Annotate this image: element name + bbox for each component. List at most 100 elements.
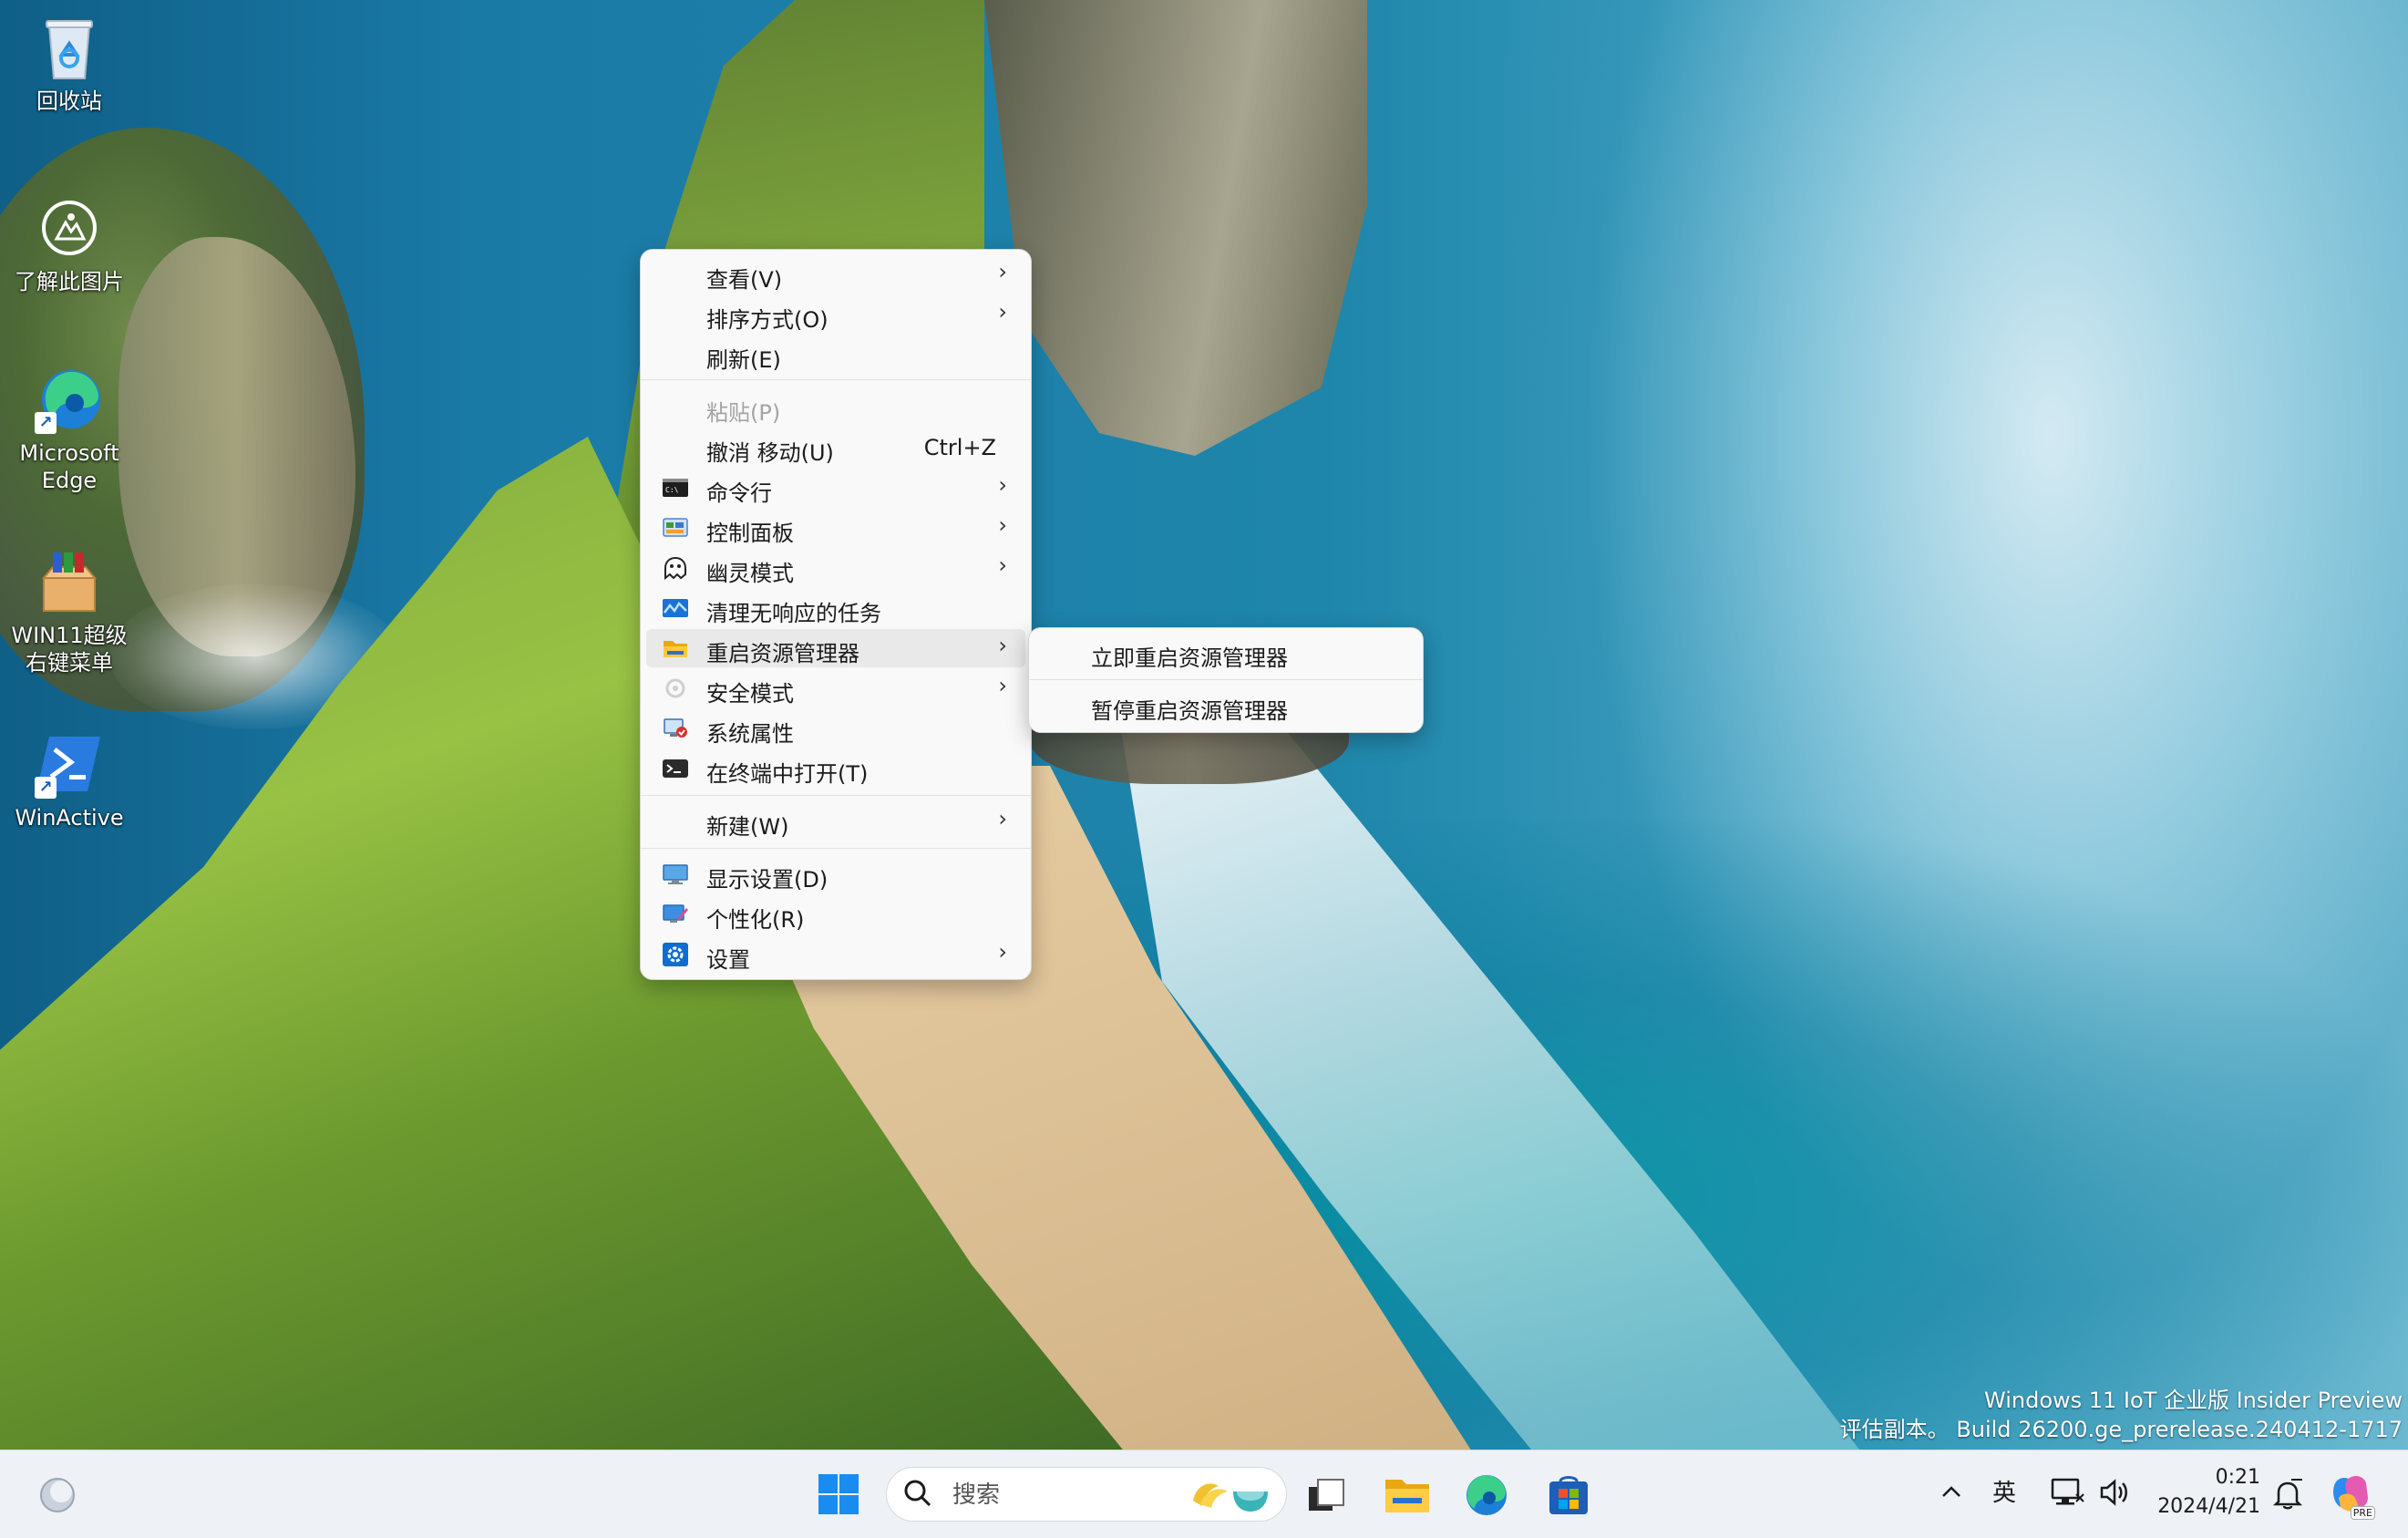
menu-item-view[interactable]: 查看(V) › [646, 255, 1025, 294]
menu-item-safe-mode[interactable]: 安全模式 › [646, 669, 1025, 707]
desktop-icon-microsoft-edge[interactable]: ↗ Microsoft Edge [0, 365, 139, 494]
taskbar: 英 0:21 2024/4/21 PRE [0, 1450, 2408, 1538]
chevron-right-icon: › [998, 806, 1007, 831]
task-monitor-icon [663, 596, 688, 620]
shortcut-arrow-icon: ↗ [35, 412, 57, 434]
menu-item-settings-label: 设置 [706, 947, 750, 973]
menu-item-refresh[interactable]: 刷新(E) [646, 335, 1025, 374]
submenu-separator [1029, 679, 1423, 680]
desktop-icon-win11-menu-tool[interactable]: WIN11超级 右键菜单 [0, 547, 139, 676]
menu-item-kill-tasks-label: 清理无响应的任务 [706, 601, 881, 626]
chevron-up-icon [1942, 1486, 1960, 1497]
submenu-item-pause-restart-label: 暂停重启资源管理器 [1091, 698, 1288, 724]
desktop-icon-winactive[interactable]: ↗ WinActive [0, 729, 139, 831]
terminal-icon [663, 757, 688, 780]
edge-label-line2: Edge [41, 468, 98, 493]
menu-separator [641, 379, 1031, 380]
build-watermark: Windows 11 IoT 企业版 Insider Preview 评估副本。… [1840, 1386, 2403, 1444]
menu-item-control-panel-label: 控制面板 [706, 521, 794, 546]
search-input[interactable] [951, 1479, 1155, 1512]
volume-icon[interactable] [2096, 1474, 2133, 1511]
winactive-label: WinActive [15, 805, 124, 831]
settings-gear-icon [663, 943, 688, 966]
tray-overflow-chevron[interactable] [1938, 1474, 1965, 1511]
task-view-icon [1309, 1479, 1344, 1511]
submenu-item-restart-now[interactable]: 立即重启资源管理器 [1033, 634, 1419, 672]
menu-item-system-properties-label: 系统属性 [706, 721, 794, 747]
taskbar-clock[interactable]: 0:21 2024/4/21 [2142, 1463, 2260, 1522]
watermark-line1: Windows 11 IoT 企业版 Insider Preview [1984, 1388, 2403, 1413]
tray-ime-indicator[interactable]: 英 [1992, 1474, 2016, 1508]
copilot-button[interactable]: PRE [2326, 1471, 2375, 1520]
restart-explorer-submenu: 立即重启资源管理器 暂停重启资源管理器 [1028, 627, 1424, 733]
shortcut-arrow-icon: ↗ [35, 777, 57, 799]
store-icon [1549, 1476, 1588, 1514]
menu-item-new[interactable]: 新建(W) › [646, 802, 1025, 841]
menu-item-new-label: 新建(W) [706, 814, 789, 840]
menu-item-command-line[interactable]: C:\ 命令行 › [646, 469, 1025, 507]
win11-menu-tool-label-line1: WIN11超级 [11, 623, 128, 648]
menu-separator [641, 795, 1031, 796]
menu-item-sort-label: 排序方式(O) [706, 307, 828, 333]
menu-item-restart-explorer-label: 重启资源管理器 [706, 641, 859, 666]
menu-item-settings[interactable]: 设置 › [646, 935, 1025, 974]
chevron-right-icon: › [998, 472, 1007, 498]
clock-time: 0:21 [2215, 1466, 2260, 1489]
menu-item-sort[interactable]: 排序方式(O) › [646, 295, 1025, 334]
search-highlight-icon [1188, 1473, 1273, 1515]
menu-item-undo-label: 撤消 移动(U) [706, 440, 834, 466]
recycle-bin-label: 回收站 [36, 88, 102, 114]
copilot-pre-badge: PRE [2350, 1506, 2375, 1520]
menu-item-undo-shortcut: Ctrl+Z [923, 435, 996, 460]
chevron-right-icon: › [998, 552, 1007, 578]
menu-item-personalize-label: 个性化(R) [706, 907, 805, 933]
menu-item-open-in-terminal[interactable]: 在终端中打开(T) [646, 749, 1025, 788]
chevron-right-icon: › [998, 259, 1007, 284]
menu-item-undo-move[interactable]: 撤消 移动(U) Ctrl+Z [646, 428, 1025, 467]
chevron-right-icon: › [998, 939, 1007, 965]
menu-item-kill-unresponsive-tasks[interactable]: 清理无响应的任务 [646, 589, 1025, 627]
chevron-right-icon: › [998, 673, 1007, 698]
taskbar-search-box[interactable] [886, 1467, 1287, 1522]
control-panel-icon [663, 516, 688, 540]
computer-check-icon [663, 717, 688, 740]
desktop-context-menu: 查看(V) › 排序方式(O) › 刷新(E) 粘贴(P) 撤消 移动(U) C… [640, 249, 1032, 980]
network-icon[interactable] [2049, 1474, 2085, 1511]
menu-item-ghost-mode[interactable]: 幽灵模式 › [646, 549, 1025, 587]
menu-item-restart-explorer[interactable]: 重启资源管理器 › [646, 629, 1025, 667]
notification-bell-icon[interactable] [2269, 1476, 2306, 1512]
menu-item-display-settings-label: 显示设置(D) [706, 867, 828, 893]
start-button[interactable] [817, 1472, 860, 1516]
menu-item-paste-label: 粘贴(P) [706, 400, 781, 426]
folder-icon [1385, 1480, 1429, 1512]
powershell-icon: ↗ [35, 729, 104, 799]
menu-item-ghost-mode-label: 幽灵模式 [706, 561, 794, 586]
chevron-right-icon: › [998, 512, 1007, 538]
submenu-item-pause-restart[interactable]: 暂停重启资源管理器 [1033, 686, 1419, 725]
task-view-button[interactable] [1305, 1474, 1349, 1516]
menu-item-control-panel[interactable]: 控制面板 › [646, 509, 1025, 547]
submenu-item-restart-now-label: 立即重启资源管理器 [1091, 645, 1288, 671]
menu-item-system-properties[interactable]: 系统属性 [646, 709, 1025, 748]
edge-label-line1: Microsoft [19, 440, 119, 466]
edge-icon: ↗ [35, 365, 104, 434]
menu-separator [641, 848, 1031, 849]
desktop-icon-learn-about-picture[interactable]: 了解此图片 [0, 193, 139, 295]
windows-logo-icon [818, 1474, 859, 1514]
taskbar-microsoft-store[interactable] [1546, 1472, 1591, 1518]
wallpaper-cliff-rock [984, 0, 1367, 456]
desktop-icon-recycle-bin[interactable]: 回收站 [0, 13, 139, 115]
taskbar-file-explorer[interactable] [1384, 1472, 1431, 1516]
recycle-bin-icon [35, 13, 104, 82]
personalize-icon [663, 903, 688, 926]
taskbar-edge[interactable] [1464, 1472, 1509, 1518]
menu-item-personalize[interactable]: 个性化(R) [646, 895, 1025, 934]
menu-item-view-label: 查看(V) [706, 267, 783, 293]
menu-item-display-settings[interactable]: 显示设置(D) [646, 855, 1025, 893]
folder-icon [663, 636, 688, 660]
menu-item-safe-mode-label: 安全模式 [706, 681, 794, 707]
menu-item-paste: 粘贴(P) [646, 388, 1025, 427]
win11-menu-tool-label-line2: 右键菜单 [26, 650, 113, 676]
cmd-icon: C:\ [663, 476, 688, 500]
widgets-weather-icon[interactable] [36, 1474, 78, 1516]
